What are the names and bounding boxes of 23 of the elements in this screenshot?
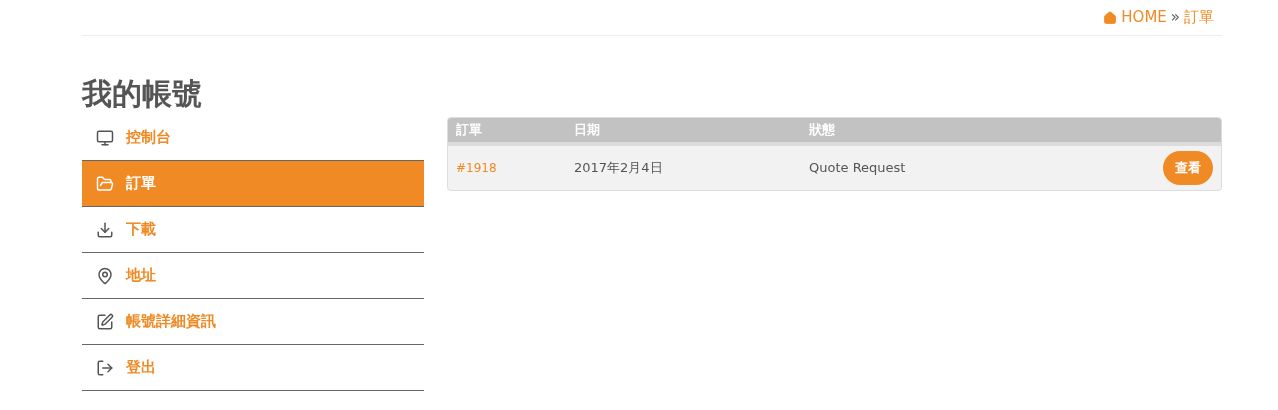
table-cell-text: 2017年2月4日 bbox=[573, 159, 664, 178]
breadcrumb-current: 訂單 bbox=[1184, 7, 1214, 29]
monitor-icon bbox=[96, 128, 114, 147]
sidebar-item[interactable]: 下載 bbox=[82, 207, 424, 253]
edit-icon bbox=[96, 312, 114, 331]
download-icon bbox=[96, 220, 114, 239]
sidebar-item[interactable]: 帳號詳細資訊 bbox=[82, 299, 424, 345]
column-header: 狀態 bbox=[808, 121, 836, 140]
column-header: 訂單 bbox=[455, 121, 483, 140]
sidebar-item[interactable]: 登出 bbox=[82, 345, 424, 391]
map-pin-icon bbox=[96, 266, 114, 285]
page-title: 我的帳號 bbox=[82, 75, 203, 113]
home-link[interactable]: HOME bbox=[1103, 6, 1167, 29]
sidebar-item[interactable]: 訂單 bbox=[82, 161, 424, 207]
sidebar-item[interactable]: 地址 bbox=[82, 253, 424, 299]
view-button[interactable]: 查看 bbox=[1163, 151, 1213, 185]
home-icon bbox=[1103, 10, 1118, 25]
logout-icon bbox=[96, 358, 114, 377]
order-link[interactable]: #1918 bbox=[448, 159, 566, 177]
table-cell-text: Quote Request bbox=[808, 159, 907, 178]
breadcrumb-separator: » bbox=[1170, 7, 1180, 29]
folder-icon bbox=[96, 174, 114, 193]
column-header: 日期 bbox=[573, 121, 601, 140]
